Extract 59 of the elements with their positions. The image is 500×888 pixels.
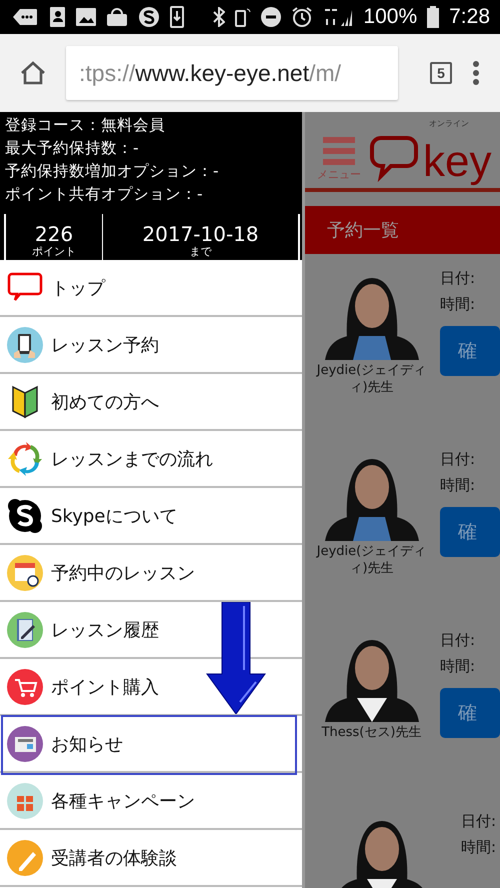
menu-item[interactable]: トップ: [0, 260, 302, 317]
notebook-icon: [7, 612, 43, 648]
menu-label: メニュー: [317, 167, 361, 182]
menu-item[interactable]: お知らせ: [0, 716, 302, 773]
bluetooth-icon: [213, 7, 226, 27]
signal-icon: [323, 7, 354, 27]
points-value: 226: [34, 223, 74, 245]
battery-percent: 100%: [363, 5, 418, 29]
message-icon: [12, 8, 38, 26]
date-label: 日付:: [461, 811, 496, 831]
menu-item[interactable]: レッスン予約: [0, 317, 302, 374]
speech-bubble-icon: [369, 134, 419, 182]
do-not-disturb-icon: [261, 7, 282, 27]
tab-count-button[interactable]: 5: [430, 62, 452, 84]
time-label: 時間:: [440, 475, 476, 495]
clock: 7:28: [449, 5, 490, 29]
points-label: ポイント: [32, 245, 76, 259]
account-info-line: 登録コース：無料会員: [4, 115, 166, 136]
battery-icon: [427, 6, 440, 28]
time-label: 時間:: [440, 656, 476, 676]
contact-icon: [48, 7, 66, 27]
alarm-icon: [291, 6, 314, 28]
date-label: 日付:: [440, 449, 476, 469]
menu-item[interactable]: 各種キャンペーン: [0, 773, 302, 830]
phone-signal-icon: [235, 7, 252, 27]
calendar-icon: [7, 554, 43, 590]
logo-caption: オンライン: [429, 118, 469, 129]
date-label: 日付:: [440, 268, 476, 288]
time-label: 時間:: [461, 837, 496, 857]
menu-item[interactable]: 受講者の体験談: [0, 830, 302, 887]
home-icon[interactable]: [20, 61, 46, 85]
cart-icon: [7, 668, 43, 704]
address-field[interactable]: :tps://www.key-eye.net/m/: [66, 46, 398, 100]
cycle-arrows-icon: [7, 440, 43, 476]
skype-icon: [7, 498, 43, 534]
tablet-icon: [7, 326, 43, 362]
teacher-name: Jeydie(ジェイディィ)先生: [315, 362, 428, 396]
time-label: 時間:: [440, 294, 476, 314]
basket-icon: [106, 7, 128, 27]
menu-item[interactable]: レッスンまでの流れ: [0, 431, 302, 488]
menu-item[interactable]: 予約中のレッスン: [0, 545, 302, 602]
gift-icon: [7, 782, 43, 818]
menu-item[interactable]: Skypeについて: [0, 488, 302, 545]
skype-icon: [138, 6, 160, 28]
teacher-name: Thess(セス)先生: [320, 724, 422, 741]
more-icon[interactable]: [472, 60, 480, 86]
account-info-line: 最大予約保持数：-: [4, 138, 140, 159]
account-info-line: ポイント共有オプション：-: [4, 184, 204, 205]
image-icon: [76, 8, 96, 26]
menu-item[interactable]: 初めての方へ: [0, 374, 302, 431]
date-label: 日付:: [440, 630, 476, 650]
teacher-name: Jeydie(ジェイディィ)先生: [315, 543, 428, 577]
download-icon: [170, 6, 184, 28]
account-info-line: 予約保持数増加オプション：-: [4, 161, 220, 182]
expiry-label: まで: [190, 245, 212, 259]
pen-icon: [7, 840, 43, 876]
newspaper-icon: [7, 726, 43, 762]
expiry-date: 2017-10-18: [142, 223, 259, 245]
section-title: 予約一覧: [305, 206, 500, 254]
